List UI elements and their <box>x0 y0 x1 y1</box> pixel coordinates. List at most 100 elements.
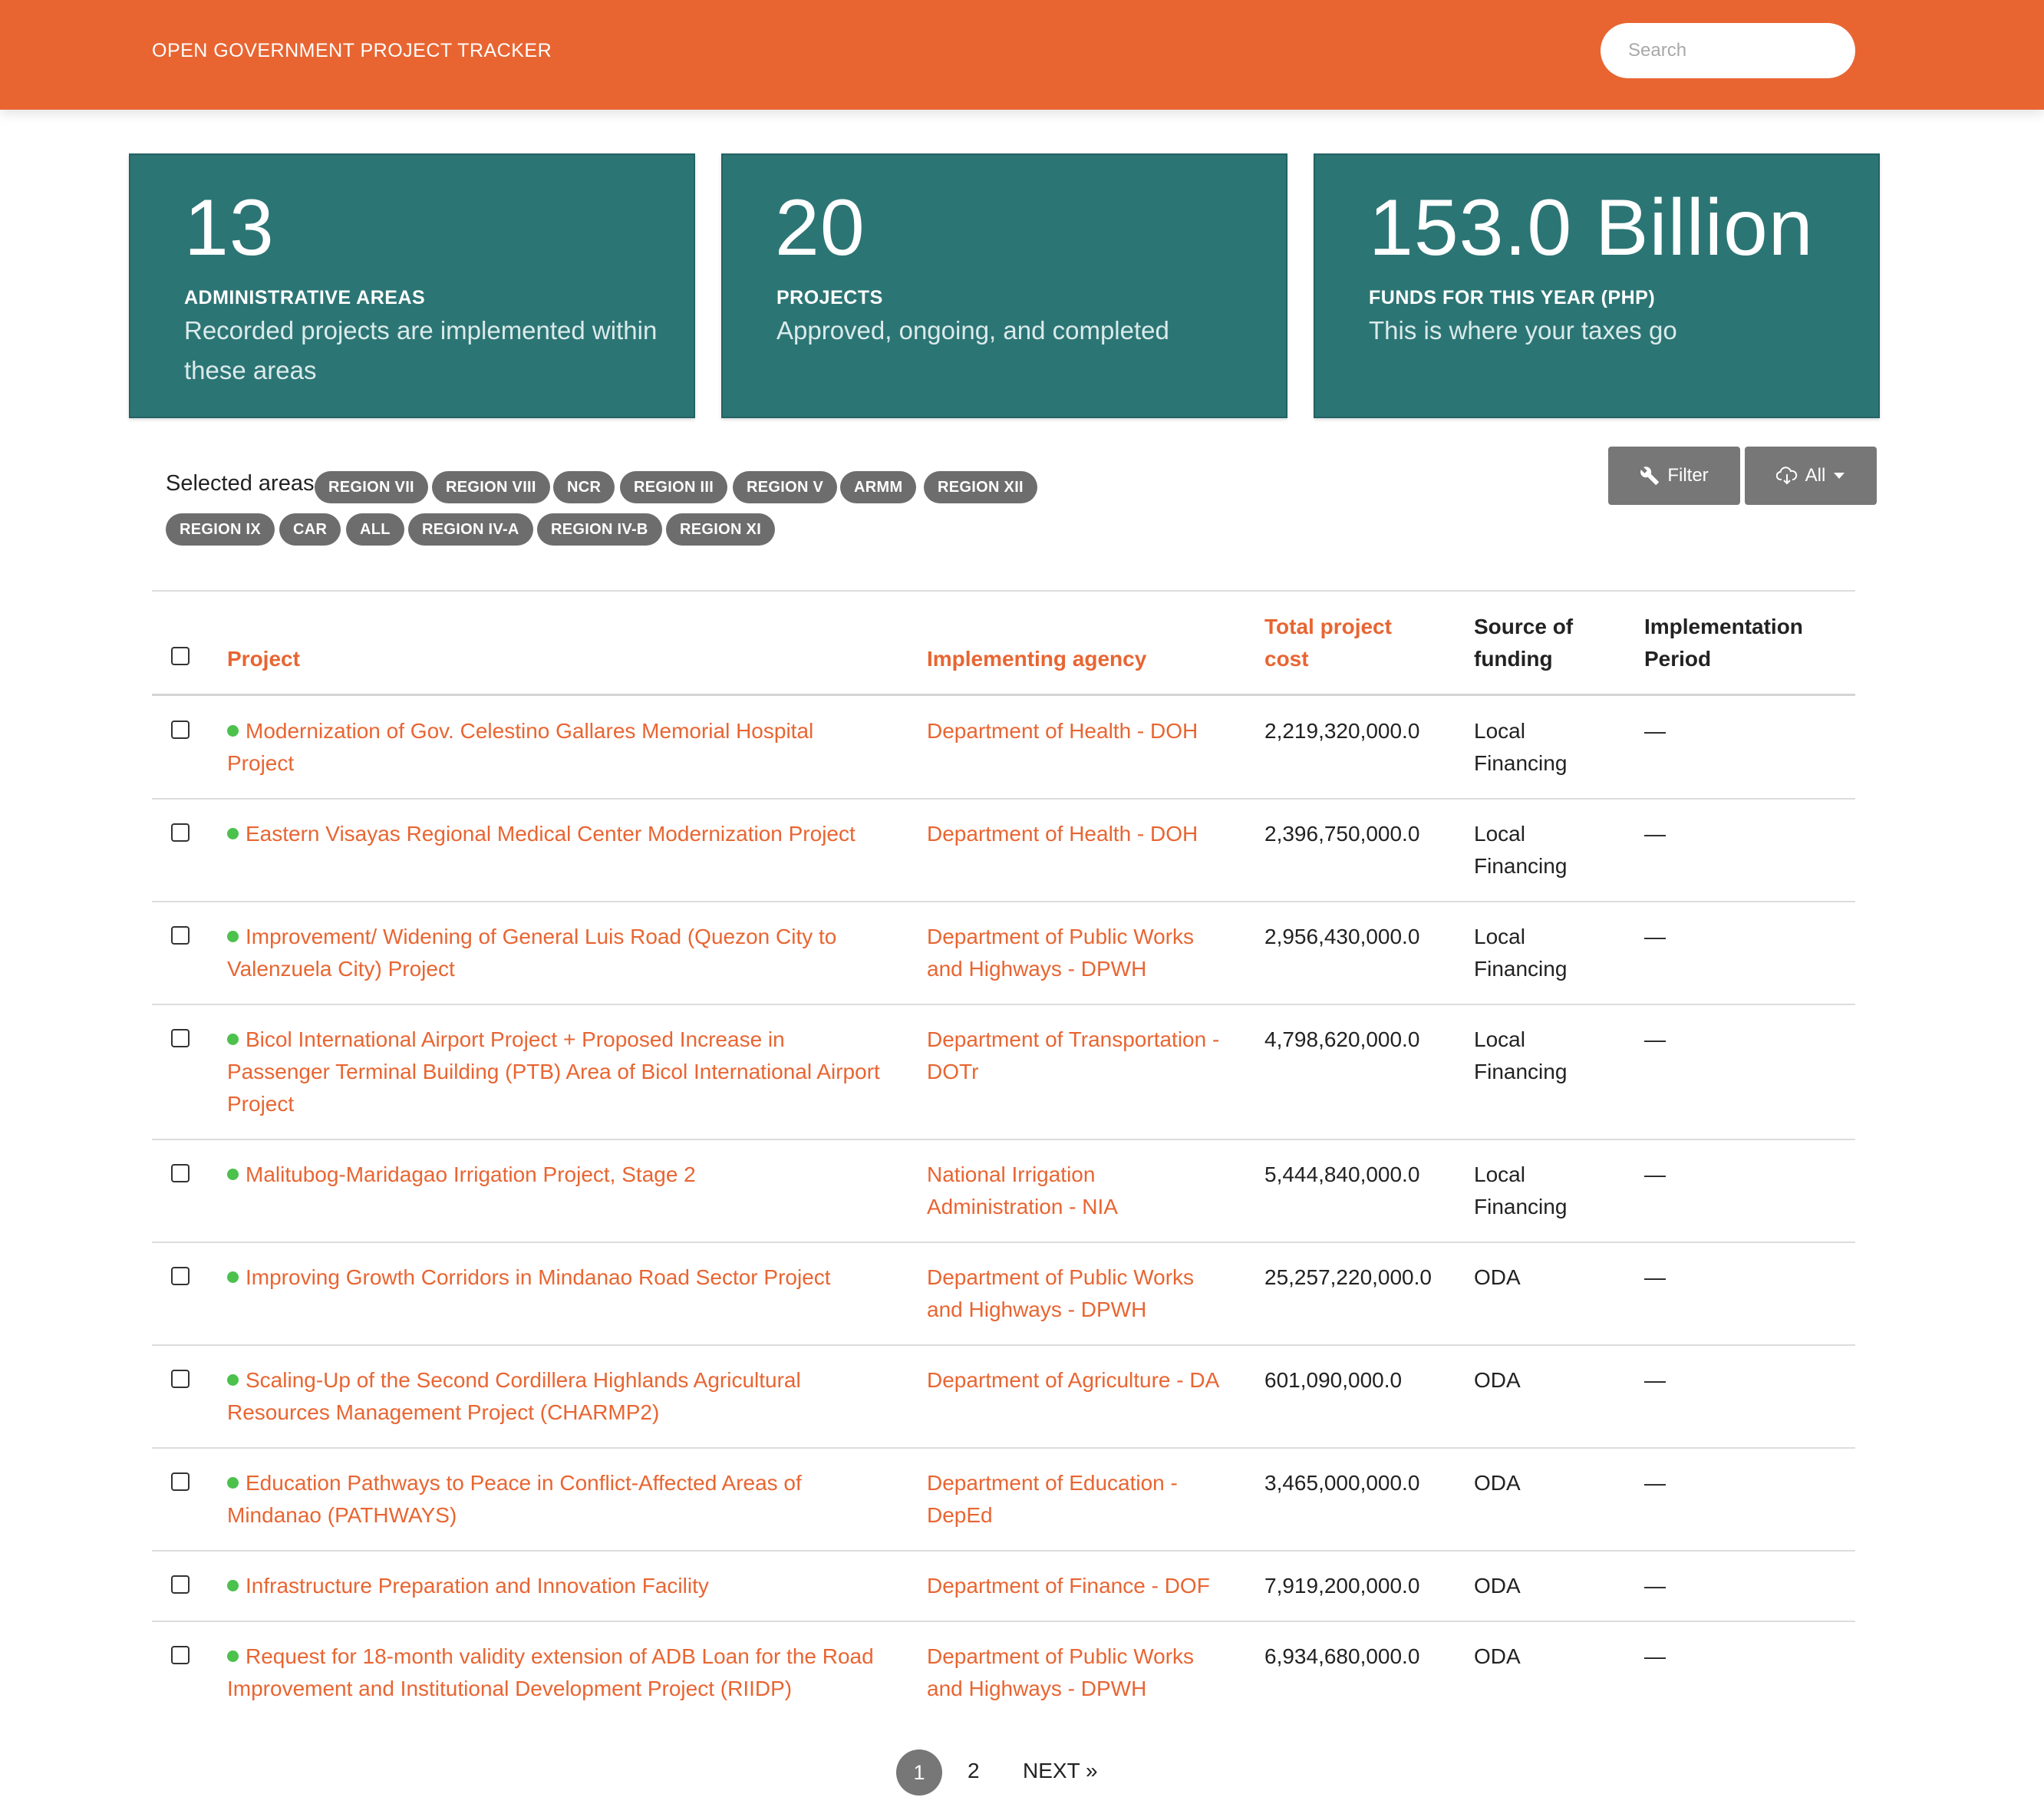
table-header-border <box>152 694 1855 696</box>
area-chip[interactable]: ARMM <box>840 471 917 503</box>
funding-line: Local <box>1474 1027 1525 1051</box>
pagination-page-2[interactable]: 2 <box>968 1759 980 1783</box>
area-chip[interactable]: REGION IV-A <box>408 513 533 546</box>
project-link[interactable]: Scaling-Up of the Second Cordillera High… <box>227 1364 902 1429</box>
project-link[interactable]: Eastern Visayas Regional Medical Center … <box>227 818 902 850</box>
funding-source: Local Financing <box>1474 715 1567 780</box>
caret-down-icon <box>1834 473 1845 479</box>
funding-source: ODA <box>1474 1641 1521 1673</box>
area-chip[interactable]: NCR <box>553 471 615 503</box>
stat-label: FUNDS FOR THIS YEAR (PHP) <box>1369 287 1656 308</box>
project-link[interactable]: Improvement/ Widening of General Luis Ro… <box>227 921 902 985</box>
row-divider <box>152 1242 1855 1243</box>
area-chip[interactable]: ALL <box>346 513 404 546</box>
col-header-source-line: funding <box>1474 647 1553 671</box>
row-checkbox[interactable] <box>171 823 190 842</box>
project-link[interactable]: Request for 18-month validity extension … <box>227 1641 902 1705</box>
project-line: Infrastructure Preparation and Innovatio… <box>246 1574 709 1598</box>
status-dot <box>227 1169 239 1180</box>
status-dot <box>227 1580 239 1591</box>
row-checkbox[interactable] <box>171 926 190 945</box>
row-checkbox[interactable] <box>171 1267 190 1285</box>
implementation-period: — <box>1644 1574 1666 1598</box>
agency-link[interactable]: Department of Transportation - DOTr <box>927 1024 1219 1088</box>
col-header-agency[interactable]: Implementing agency <box>927 643 1146 675</box>
filter-button-label: Filter <box>1667 465 1709 486</box>
area-chip[interactable]: REGION V <box>733 471 838 503</box>
row-checkbox[interactable] <box>171 1370 190 1388</box>
select-all-checkbox[interactable] <box>171 647 190 665</box>
status-dot <box>227 1650 239 1662</box>
stat-label: PROJECTS <box>776 287 883 308</box>
row-checkbox[interactable] <box>171 1646 190 1664</box>
funding-source: ODA <box>1474 1364 1521 1397</box>
project-line: Bicol International Airport Project + Pr… <box>246 1027 785 1051</box>
agency-line: DOTr <box>927 1060 979 1083</box>
project-line: Improvement and Institutional Developmen… <box>227 1677 793 1700</box>
area-chip[interactable]: REGION VIII <box>432 471 550 503</box>
pagination-next[interactable]: NEXT » <box>1023 1759 1098 1783</box>
project-line: Valenzuela City) Project <box>227 957 455 981</box>
project-link[interactable]: Improving Growth Corridors in Mindanao R… <box>227 1261 902 1294</box>
funding-source: ODA <box>1474 1570 1521 1602</box>
agency-link[interactable]: National Irrigation Administration - NIA <box>927 1159 1118 1223</box>
project-cost: 5,444,840,000.0 <box>1264 1162 1420 1186</box>
funding-line: Financing <box>1474 1195 1568 1218</box>
search-input[interactable] <box>1601 23 1855 78</box>
area-chip[interactable]: REGION XII <box>924 471 1037 503</box>
stat-description: Approved, ongoing, and completed <box>776 316 1169 345</box>
agency-link[interactable]: Department of Education - DepEd <box>927 1467 1178 1532</box>
agency-link[interactable]: Department of Public Works and Highways -… <box>927 1641 1194 1705</box>
area-chip[interactable]: REGION VII <box>315 471 428 503</box>
status-dot <box>227 1477 239 1489</box>
row-checkbox[interactable] <box>171 721 190 739</box>
project-link[interactable]: Bicol International Airport Project + Pr… <box>227 1024 902 1120</box>
funding-line: Local <box>1474 1162 1525 1186</box>
col-header-cost[interactable]: Total project cost <box>1264 611 1392 675</box>
agency-link[interactable]: Department of Public Works and Highways -… <box>927 1261 1194 1326</box>
row-checkbox[interactable] <box>171 1029 190 1047</box>
agency-link[interactable]: Department of Health - DOH <box>927 715 1198 747</box>
agency-line: and Highways - DPWH <box>927 1677 1147 1700</box>
area-chip[interactable]: REGION IV-B <box>537 513 662 546</box>
area-chip[interactable]: REGION XI <box>666 513 776 546</box>
funding-line: ODA <box>1474 1644 1521 1668</box>
project-cost: 2,956,430,000.0 <box>1264 925 1420 948</box>
agency-link[interactable]: Department of Health - DOH <box>927 818 1198 850</box>
implementation-period: — <box>1644 1644 1666 1668</box>
implementation-period: — <box>1644 1162 1666 1186</box>
funding-line: ODA <box>1474 1368 1521 1392</box>
agency-line: Department of Agriculture - DA <box>927 1368 1220 1392</box>
area-chip[interactable]: REGION III <box>620 471 728 503</box>
stat-number: 13 <box>184 183 275 272</box>
project-line: Scaling-Up of the Second Cordillera High… <box>246 1368 801 1392</box>
row-checkbox[interactable] <box>171 1575 190 1594</box>
brand-title[interactable]: OPEN GOVERNMENT PROJECT TRACKER <box>152 40 552 62</box>
area-chip[interactable]: CAR <box>279 513 341 546</box>
project-link[interactable]: Infrastructure Preparation and Innovatio… <box>227 1570 902 1602</box>
implementation-period: — <box>1644 822 1666 846</box>
funding-line: Financing <box>1474 854 1568 878</box>
funding-source: Local Financing <box>1474 921 1567 985</box>
pagination-current-page[interactable]: 1 <box>896 1749 942 1796</box>
project-link[interactable]: Education Pathways to Peace in Conflict-… <box>227 1467 902 1532</box>
row-checkbox[interactable] <box>171 1472 190 1491</box>
row-divider <box>152 798 1855 800</box>
selected-areas-label: Selected areas <box>166 471 315 496</box>
export-all-dropdown[interactable]: All <box>1745 447 1877 505</box>
row-checkbox[interactable] <box>171 1164 190 1182</box>
area-chip[interactable]: REGION IX <box>166 513 275 546</box>
project-link[interactable]: Malitubog-Maridagao Irrigation Project, … <box>227 1159 902 1191</box>
stat-number: 20 <box>775 183 865 272</box>
agency-link[interactable]: Department of Agriculture - DA <box>927 1364 1219 1397</box>
agency-link[interactable]: Department of Finance - DOF <box>927 1570 1210 1602</box>
agency-link[interactable]: Department of Public Works and Highways -… <box>927 921 1194 985</box>
filter-button[interactable]: Filter <box>1608 447 1740 505</box>
project-line: Improvement/ Widening of General Luis Ro… <box>246 925 837 948</box>
project-line: Education Pathways to Peace in Conflict-… <box>246 1471 802 1495</box>
project-link[interactable]: Modernization of Gov. Celestino Gallares… <box>227 715 902 780</box>
implementation-period: — <box>1644 1471 1666 1495</box>
col-header-project[interactable]: Project <box>227 643 300 675</box>
stat-card-projects: 20 PROJECTS Approved, ongoing, and compl… <box>721 153 1287 418</box>
implementation-period: — <box>1644 1027 1666 1051</box>
